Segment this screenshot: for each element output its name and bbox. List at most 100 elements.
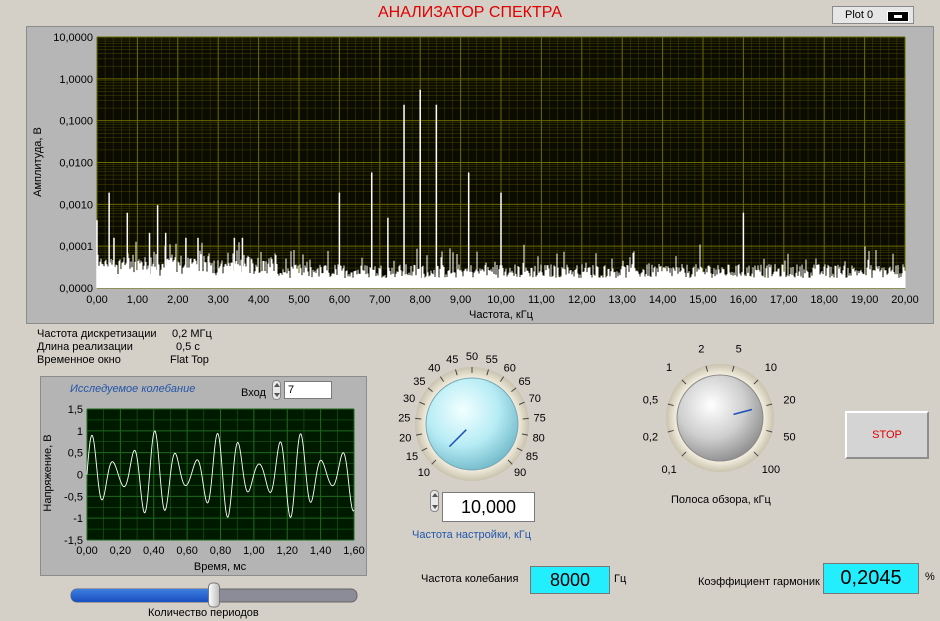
- spectrum-x-tick: 14,00: [649, 294, 677, 306]
- stop-button[interactable]: STOP: [845, 411, 929, 459]
- span-knob-cap: [676, 374, 764, 462]
- frequency-label: Частота колебания: [421, 573, 519, 585]
- waveform-y-tick: 0,5: [68, 448, 83, 460]
- slider-fill: [71, 589, 214, 602]
- length-value: 0,5 с: [176, 341, 200, 353]
- tuning-knob[interactable]: 1015 20 25 30 3540 45 50 55 6065 70 75 80 8590: [392, 342, 562, 492]
- spectrum-x-tick: 18,00: [810, 294, 838, 306]
- periods-slider[interactable]: [66, 582, 362, 608]
- tuning-knob-scale-label: 15: [406, 451, 418, 463]
- window-value: Flat Top: [170, 354, 209, 366]
- spectrum-y-tick: 0,0100: [59, 158, 93, 170]
- waveform-y-tick: -0,5: [64, 491, 83, 503]
- waveform-title: Исследуемое колебание: [70, 383, 196, 395]
- spectrum-y-tick: 0,1000: [59, 116, 93, 128]
- tuning-knob-scale-label: 20: [399, 432, 411, 444]
- tuning-spinner[interactable]: [430, 490, 439, 512]
- waveform-x-tick: 1,00: [243, 545, 264, 557]
- tuning-knob-scale-label: 75: [534, 412, 546, 424]
- span-knob-scale-label: 5: [736, 343, 742, 355]
- waveform-x-tick: 0,20: [110, 545, 131, 557]
- frequency-value: 8000: [530, 566, 610, 594]
- span-knob-scale-label: 50: [783, 432, 795, 444]
- tuning-knob-scale-label: 10: [418, 467, 430, 479]
- spectrum-x-tick: 8,00: [409, 294, 430, 306]
- tuning-knob-scale-label: 90: [514, 467, 526, 479]
- tuning-knob-scale-tick: [415, 417, 422, 420]
- spectrum-x-tick: 17,00: [770, 294, 798, 306]
- waveform-x-tick: 0,40: [143, 545, 164, 557]
- waveform-x-tick: 0,80: [210, 545, 231, 557]
- waveform-x-tick: 1,40: [310, 545, 331, 557]
- waveform-x-tick: 0,60: [176, 545, 197, 557]
- spectrum-x-tick: 0,00: [86, 294, 107, 306]
- span-label: Полоса обзора, кГц: [671, 494, 771, 506]
- tuning-knob-scale-label: 85: [526, 451, 538, 463]
- tuning-knob-scale-label: 60: [504, 362, 516, 374]
- spectrum-graph: 10,0000 1,0000 0,1000 0,0100 0,0010 0,0001 0,0…: [32, 32, 919, 321]
- tuning-knob-scale-label: 55: [486, 354, 498, 366]
- tuning-label: Частота настройки, кГц: [412, 529, 532, 541]
- spectrum-x-tick: 15,00: [689, 294, 717, 306]
- tuning-knob-scale-tick: [522, 417, 529, 420]
- spectrum-y-tick: 10,0000: [53, 32, 93, 44]
- frequency-unit: Гц: [614, 573, 627, 585]
- waveform-ylabel: Напряжение, В: [42, 434, 54, 511]
- sample-rate-label: Частота дискретизации: [37, 328, 157, 340]
- tuning-knob-scale-label: 40: [428, 362, 440, 374]
- span-knob-scale-label: 100: [762, 464, 780, 476]
- tuning-knob-scale-label: 35: [413, 376, 425, 388]
- periods-label: Количество периодов: [148, 607, 259, 619]
- tuning-knob-scale-label: 65: [518, 376, 530, 388]
- span-knob-scale-label: 20: [783, 394, 795, 406]
- sample-rate-value: 0,2 МГц: [172, 328, 212, 340]
- slider-thumb[interactable]: [208, 582, 220, 608]
- waveform-y-tick: 0: [77, 470, 83, 482]
- spectrum-x-tick: 1,00: [127, 294, 148, 306]
- tuning-knob-scale-label: 50: [466, 351, 478, 363]
- thd-label: Коэффициент гармоник: [698, 576, 820, 588]
- spectrum-x-tick: 2,00: [167, 294, 188, 306]
- spectrum-x-tick: 10,00: [487, 294, 515, 306]
- tuning-value-field[interactable]: 10,000: [442, 492, 535, 522]
- waveform-y-tick: 1: [77, 426, 83, 438]
- waveform-x-tick: 0,00: [76, 545, 97, 557]
- spectrum-x-tick: 13,00: [608, 294, 636, 306]
- spectrum-x-tick: 9,00: [450, 294, 471, 306]
- waveform-graph: 1,510,50-0,5-1-1,5 0,00 0,20 0,40 0,60 0,80 1…: [42, 404, 365, 573]
- waveform-x-tick: 1,60: [343, 545, 364, 557]
- spectrum-x-tick: 5,00: [288, 294, 309, 306]
- span-knob-scale-label: 0,5: [643, 394, 658, 406]
- spectrum-x-tick: 7,00: [369, 294, 390, 306]
- spectrum-y-tick: 0,0001: [59, 241, 93, 253]
- tuning-knob-scale-label: 30: [403, 393, 415, 405]
- window-label: Временное окно: [37, 354, 121, 366]
- tuning-knob-cap: [425, 377, 519, 471]
- spectrum-ylabel: Амплитуда, В: [32, 127, 44, 197]
- spectrum-x-tick: 11,00: [528, 294, 555, 306]
- spectrum-xlabel: Частота, кГц: [469, 309, 534, 321]
- length-label: Длина реализации: [37, 341, 133, 353]
- span-knob-scale-label: 1: [666, 362, 672, 374]
- spectrum-x-tick: 19,00: [851, 294, 879, 306]
- thd-unit: %: [925, 571, 935, 583]
- spectrum-x-tick: 4,00: [248, 294, 269, 306]
- span-knob-scale-label: 0,2: [643, 432, 658, 444]
- input-label: Вход: [241, 387, 266, 399]
- tuning-knob-scale-label: 70: [529, 393, 541, 405]
- span-knob-scale-label: 2: [698, 343, 704, 355]
- span-knob-scale-label: 10: [765, 362, 777, 374]
- waveform-y-tick: -1: [73, 513, 83, 525]
- spectrum-x-tick: 12,00: [568, 294, 596, 306]
- spectrum-x-tick: 16,00: [730, 294, 758, 306]
- waveform-y-tick: 1,5: [68, 404, 83, 416]
- spectrum-y-tick: 0,0010: [59, 199, 93, 211]
- span-knob[interactable]: 0,1 0,2 0,5 1 2 5 10 20 50 100: [622, 338, 812, 488]
- spectrum-y-tick: 1,0000: [59, 74, 93, 86]
- spectrum-x-tick: 6,00: [329, 294, 350, 306]
- input-field[interactable]: 7: [284, 381, 332, 399]
- tuning-knob-scale-label: 45: [446, 354, 458, 366]
- thd-value: 0,2045: [823, 563, 919, 594]
- input-spinner[interactable]: [272, 380, 281, 400]
- tuning-knob-scale-label: 80: [533, 432, 545, 444]
